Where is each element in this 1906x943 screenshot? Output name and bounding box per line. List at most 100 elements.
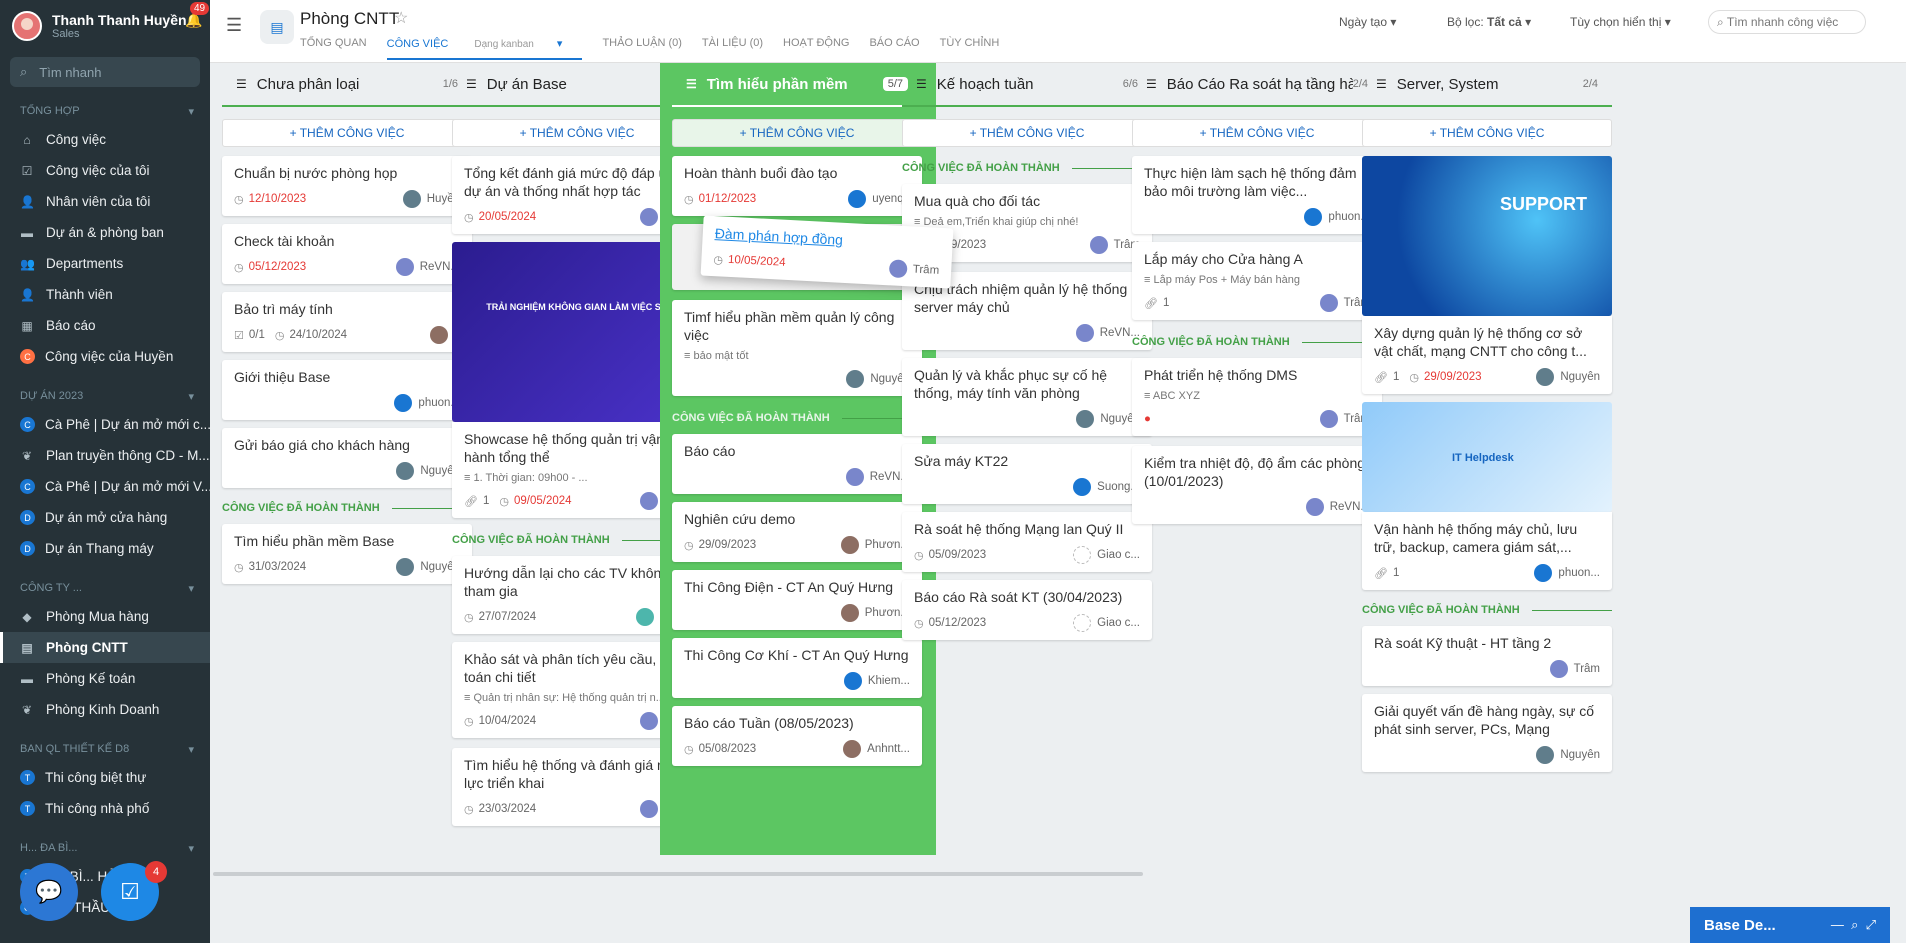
- sidebar-section-header[interactable]: TỔNG HỢP ▾: [0, 105, 210, 118]
- task-card-done[interactable]: Phát triển hệ thống DMS ≡ ABC XYZ ● Trâm: [1132, 358, 1382, 436]
- sidebar-item[interactable]: C Cà Phê | Dự án mở mới V...: [0, 471, 210, 502]
- task-card-done[interactable]: Báo cáo Tuần (08/05/2023) ◷ 05/08/2023 Anhn…: [672, 706, 922, 766]
- c-circle-icon: C: [20, 479, 35, 494]
- sidebar-section-header[interactable]: DỰ ÁN 2023 ▾: [0, 390, 210, 403]
- task-card-done[interactable]: Sửa máy KT22 Suong...: [902, 444, 1152, 504]
- task-card-done[interactable]: Rà soát hệ thống Mạng lan Quý II ◷ 05/09/2…: [902, 512, 1152, 572]
- sidebar-item[interactable]: 👤 Thành viên: [0, 279, 210, 310]
- assignee-avatar: [1549, 660, 1568, 678]
- sidebar-search-input[interactable]: ⌕ Tìm nhanh: [10, 57, 200, 87]
- add-task-button[interactable]: + THÊM CÔNG VIỆC: [222, 119, 472, 147]
- task-card-done[interactable]: Thi Công Điện - CT An Quý Hưng Phươn...: [672, 570, 922, 630]
- task-card-done[interactable]: Báo cáo ReVN...: [672, 434, 922, 494]
- sidebar-item[interactable]: 👤 Nhân viên của tôi: [0, 186, 210, 217]
- sidebar-item[interactable]: 👥 Departments: [0, 248, 210, 279]
- task-card[interactable]: Hoàn thành buổi đào tạo ◷ 01/12/2023 uyenqp: [672, 156, 922, 216]
- sidebar-item[interactable]: ❦ Phòng Kinh Doanh: [0, 694, 210, 725]
- menu-icon[interactable]: ☰: [226, 15, 242, 36]
- sidebar-section-header[interactable]: CÔNG TY ... ▾: [0, 582, 210, 595]
- sidebar-item[interactable]: T Thi công biệt thự: [0, 762, 210, 793]
- list-icon: ☰: [686, 77, 697, 91]
- task-card[interactable]: Check tài khoản ◷ 05/12/2023 ReVN...: [222, 224, 472, 284]
- chat-window-bar[interactable]: Base De... — ⌕ ⤢: [1690, 907, 1890, 943]
- header: ☰ ▤ Phòng CNTT ☆ TỔNG QUAN CÔNG VIỆC Dạng…: [210, 0, 1906, 63]
- t-circle-icon: T: [20, 770, 35, 785]
- column-header[interactable]: ☰ Báo Cáo Ra soát hạ tầng hà... 2/4: [1132, 63, 1382, 107]
- attachment-icon: 🔗︎: [1374, 371, 1388, 384]
- chevron-down-icon: ▾: [556, 38, 563, 50]
- sidebar-item[interactable]: ⌂ Công việc: [0, 124, 210, 155]
- assignee-avatar: [1534, 564, 1553, 582]
- task-search-input[interactable]: ⌕ Tìm nhanh công việc: [1708, 10, 1866, 34]
- tab-customize[interactable]: TÙY CHỈNH: [940, 37, 1000, 60]
- task-card-done[interactable]: Quản lý và khắc phục sự cố hệ thống, máy…: [902, 358, 1152, 436]
- task-card[interactable]: Giới thiệu Base phuon...: [222, 360, 472, 420]
- task-card[interactable]: Vận hành hệ thống máy chủ, lưu trữ, back…: [1362, 512, 1612, 590]
- sidebar-item[interactable]: ◆ Phòng Mua hàng: [0, 601, 210, 632]
- task-card[interactable]: Timf hiểu phần mềm quản lý công việc ≡ bả…: [672, 300, 922, 396]
- task-card-done[interactable]: Tìm hiểu phần mềm Base ◷ 31/03/2024 Nguyên: [222, 524, 472, 584]
- sidebar-item[interactable]: ▦ Báo cáo: [0, 310, 210, 341]
- assignee-avatar: [1073, 478, 1092, 496]
- sidebar-section-header[interactable]: BAN QL THIẾT KẾ D8 ▾: [0, 743, 210, 756]
- tab-discussion[interactable]: THẢO LUẬN (0): [602, 37, 681, 60]
- tab-overview[interactable]: TỔNG QUAN: [300, 37, 367, 60]
- assignee-avatar: [639, 492, 658, 510]
- add-task-button[interactable]: + THÊM CÔNG VIỆC: [672, 119, 922, 147]
- add-task-button[interactable]: + THÊM CÔNG VIỆC: [1132, 119, 1382, 147]
- t-circle-icon: T: [20, 801, 35, 816]
- assignee-avatar: [848, 190, 867, 208]
- star-icon[interactable]: ☆: [394, 8, 408, 28]
- task-card[interactable]: Xây dựng quản lý hệ thống cơ sở vật chất…: [1362, 316, 1612, 394]
- task-card[interactable]: Chuẩn bị nước phòng họp ◷ 12/10/2023 Huyền: [222, 156, 472, 216]
- add-task-button[interactable]: + THÊM CÔNG VIỆC: [1362, 119, 1612, 147]
- tab-tasks[interactable]: CÔNG VIỆC Dạng kanban ▾: [386, 37, 583, 60]
- sidebar-item[interactable]: C Cà Phê | Dự án mở mới c...: [0, 409, 210, 440]
- sidebar-item[interactable]: D Dự án Thang máy: [0, 533, 210, 564]
- sidebar-item[interactable]: ▬ Dự án & phòng ban: [0, 217, 210, 248]
- description-icon: ≡: [1144, 390, 1151, 402]
- sidebar: Thanh Thanh Huyền Sales 🔔 49 ⌕ Tìm nhanh…: [0, 0, 210, 943]
- horizontal-scrollbar[interactable]: [213, 872, 1143, 876]
- sidebar-item[interactable]: ☑ Công việc của tôi: [0, 155, 210, 186]
- task-card-done[interactable]: Thi Công Cơ Khí - CT An Quý Hưng Khiem...: [672, 638, 922, 698]
- sidebar-item[interactable]: C Công việc của Huyền: [0, 341, 210, 372]
- sidebar-item[interactable]: ❦ Plan truyền thông CD - M...: [0, 440, 210, 471]
- sidebar-item[interactable]: D Dự án mở cửa hàng: [0, 502, 210, 533]
- chevron-down-icon: ▾: [188, 391, 194, 403]
- tab-documents[interactable]: TÀI LIỆU (0): [702, 37, 763, 60]
- column-header[interactable]: ☰ Tìm hiểu phần mềm 5/7: [672, 63, 922, 107]
- task-card-done[interactable]: Báo cáo Rà soát KT (30/04/2023) ◷ 05/12/20…: [902, 580, 1152, 640]
- task-card-done[interactable]: Rà soát Kỹ thuật - HT tầng 2 Trâm: [1362, 626, 1612, 686]
- sidebar-item[interactable]: ▤ Phòng CNTT: [0, 632, 210, 663]
- filter-dropdown[interactable]: Bộ lọc: Tất cả ▾: [1447, 15, 1531, 29]
- tab-activity[interactable]: HOẠT ĐỘNG: [783, 37, 849, 60]
- done-section-header: CÔNG VIỆC ĐÃ HOÀN THÀNH: [222, 502, 472, 514]
- task-card[interactable]: Gửi báo giá cho khách hàng Nguyên: [222, 428, 472, 488]
- main-area: ☰ ▤ Phòng CNTT ☆ TỔNG QUAN CÔNG VIỆC Dạng…: [210, 0, 1906, 943]
- task-card-done[interactable]: Nghiên cứu demo ◷ 29/09/2023 Phươn...: [672, 502, 922, 562]
- task-card-done[interactable]: Kiểm tra nhiệt độ, độ ẩm các phòng (10/0…: [1132, 446, 1382, 524]
- group-icon: 👥: [20, 256, 35, 271]
- card-cover-image: SUPPORT: [1362, 156, 1612, 316]
- user-profile[interactable]: Thanh Thanh Huyền Sales: [0, 0, 210, 52]
- column-header[interactable]: ☰ Server, System 2/4: [1362, 63, 1612, 107]
- sort-dropdown[interactable]: Ngày tạo ▾: [1339, 15, 1396, 29]
- tag-icon: ◆: [22, 609, 32, 624]
- task-check-icon: ☑: [120, 879, 140, 904]
- assignee-avatar: [1075, 324, 1094, 342]
- task-card-done[interactable]: Giải quyết vấn đề hàng ngày, sự cố phát …: [1362, 694, 1612, 772]
- add-task-button[interactable]: + THÊM CÔNG VIỆC: [902, 119, 1152, 147]
- column-header[interactable]: ☰ Chưa phân loại 1/6: [222, 63, 472, 107]
- sidebar-item[interactable]: T Thi công nhà phố: [0, 793, 210, 824]
- task-card[interactable]: Lắp máy cho Cửa hàng A ≡ Lắp máy Pos + Má…: [1132, 242, 1382, 320]
- assignee-avatar: [1076, 410, 1095, 428]
- sidebar-item[interactable]: ▬ Phòng Kế toán: [0, 663, 210, 694]
- chat-fab-button[interactable]: 💬: [20, 863, 78, 921]
- tab-report[interactable]: BÁO CÁO: [869, 37, 919, 60]
- column-header[interactable]: ☰ Kế hoạch tuần 6/6: [902, 63, 1152, 107]
- task-card[interactable]: Thực hiện làm sạch hệ thống đảm bảo môi …: [1132, 156, 1382, 234]
- task-card[interactable]: Bảo trì máy tính☑0/1◷24/10/20243: [222, 292, 472, 352]
- display-options-dropdown[interactable]: Tùy chọn hiển thị ▾: [1570, 15, 1671, 29]
- sidebar-section-header[interactable]: H... ĐA BÌ... ▾: [0, 842, 210, 855]
